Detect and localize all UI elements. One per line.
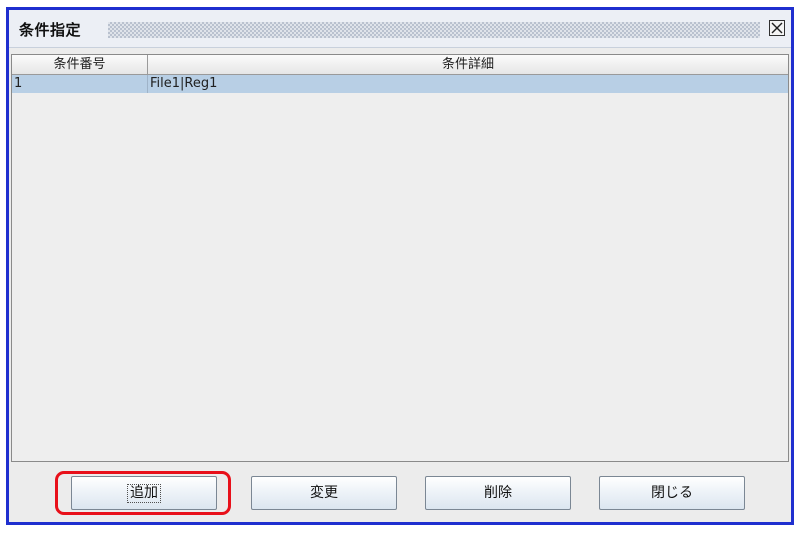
- table-row[interactable]: 1 File1|Reg1: [12, 75, 788, 93]
- cell-condition-detail: File1|Reg1: [150, 76, 218, 91]
- condition-dialog: 条件指定 条件番号 条件詳細 1 File1|Reg1 追加 変更 削除 閉じる: [6, 7, 794, 525]
- dialog-title: 条件指定: [19, 21, 82, 39]
- add-button[interactable]: 追加: [71, 476, 217, 510]
- close-button[interactable]: 閉じる: [599, 476, 745, 510]
- column-header-condition-number[interactable]: 条件番号: [12, 55, 148, 74]
- change-button-label: 変更: [310, 485, 338, 501]
- titlebar-pattern: [108, 22, 760, 38]
- table-header: 条件番号 条件詳細: [12, 55, 788, 75]
- change-button[interactable]: 変更: [251, 476, 397, 510]
- close-icon[interactable]: [769, 20, 785, 36]
- dialog-titlebar[interactable]: 条件指定: [9, 10, 791, 48]
- delete-button-label: 削除: [484, 485, 512, 501]
- column-header-condition-detail[interactable]: 条件詳細: [148, 55, 788, 74]
- delete-button[interactable]: 削除: [425, 476, 571, 510]
- cell-condition-number: 1: [12, 75, 148, 93]
- close-button-label: 閉じる: [651, 485, 693, 501]
- condition-table[interactable]: 条件番号 条件詳細 1 File1|Reg1: [11, 54, 789, 462]
- add-button-label: 追加: [127, 484, 161, 503]
